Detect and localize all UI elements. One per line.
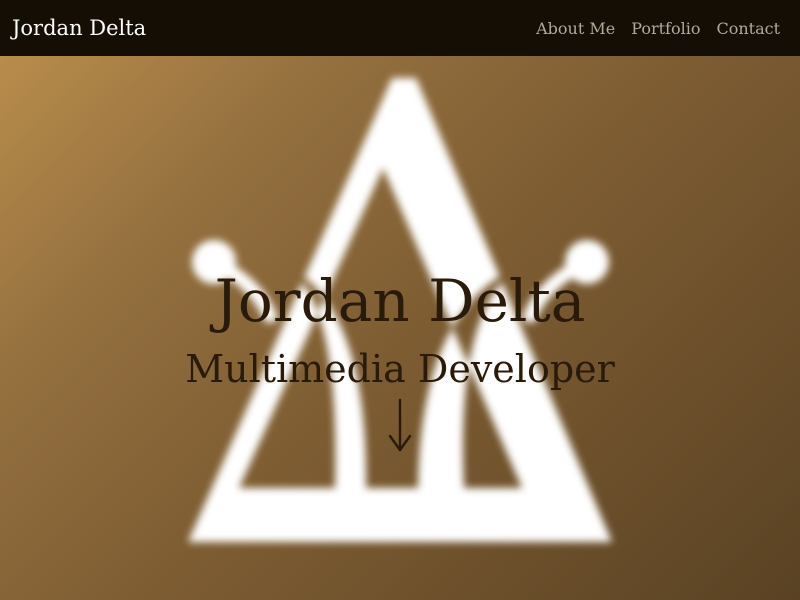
brand-link[interactable]: Jordan Delta	[12, 14, 146, 42]
hero-section: Jordan Delta Multimedia Developer	[0, 56, 800, 600]
nav-link-portfolio[interactable]: Portfolio	[631, 19, 700, 38]
nav-link-contact[interactable]: Contact	[716, 19, 780, 38]
hero-subtitle: Multimedia Developer	[185, 347, 615, 391]
hero-title: Jordan Delta	[214, 267, 586, 335]
nav-links: About Me Portfolio Contact	[536, 0, 780, 56]
nav-link-about-me[interactable]: About Me	[536, 19, 615, 38]
arrow-down-icon[interactable]	[376, 396, 424, 456]
hero-text: Jordan Delta Multimedia Developer	[0, 56, 800, 600]
navbar: Jordan Delta About Me Portfolio Contact	[0, 0, 800, 56]
